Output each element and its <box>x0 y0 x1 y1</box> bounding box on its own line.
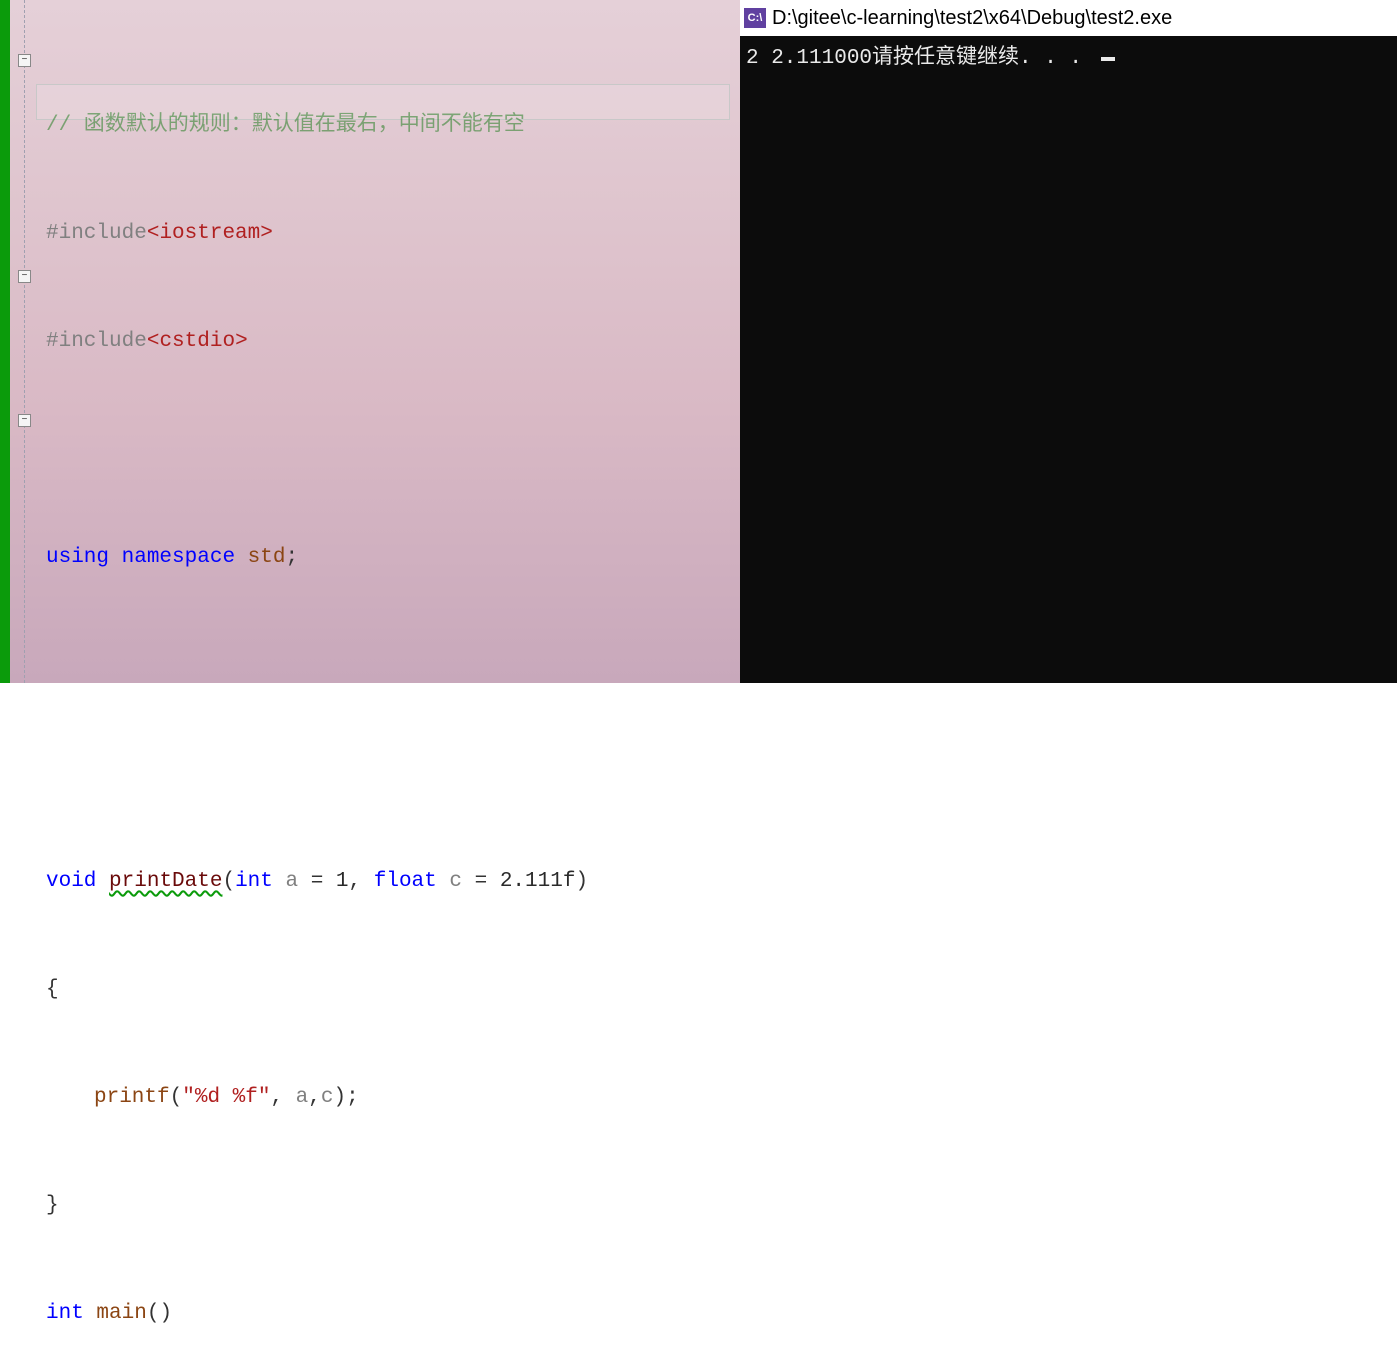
code-text-area[interactable]: // 函数默认的规则：默认值在最右，中间不能有空 #include<iostre… <box>38 0 740 683</box>
code-line-using: using namespace std; <box>46 540 740 576</box>
fold-toggle-main[interactable] <box>18 414 31 427</box>
cmd-icon: C:\ <box>744 8 766 28</box>
code-line-rbrace1: } <box>46 1188 740 1224</box>
code-line-include2: #include<cstdio> <box>46 324 740 360</box>
code-line-blank3 <box>46 756 740 792</box>
partial-comment-text: // 函数默认的规则：默认值在最右，中间不能有空 <box>46 114 525 137</box>
code-line-main-sig: int main() <box>46 1296 740 1332</box>
code-line-include1: #include<iostream> <box>46 216 740 252</box>
fold-gutter <box>10 0 38 683</box>
code-line-blank1 <box>46 432 740 468</box>
code-line-blank2 <box>46 648 740 684</box>
console-output-text: 2 2.111000请按任意键继续. . . <box>746 47 1095 70</box>
fold-toggle-printdate[interactable] <box>18 270 31 283</box>
console-pane: C:\ D:\gitee\c-learning\test2\x64\Debug\… <box>740 0 1397 683</box>
console-title-text: D:\gitee\c-learning\test2\x64\Debug\test… <box>772 7 1172 30</box>
console-cursor <box>1101 57 1115 61</box>
change-marker-bar <box>0 0 10 683</box>
fold-toggle-includes[interactable] <box>18 54 31 67</box>
console-title-bar[interactable]: C:\ D:\gitee\c-learning\test2\x64\Debug\… <box>740 0 1397 36</box>
console-output-area[interactable]: 2 2.111000请按任意键继续. . . <box>740 36 1397 683</box>
code-line-printf: printf("%d %f", a,c); <box>46 1080 740 1116</box>
code-line-fn-sig: void printDate(int a = 1, float c = 2.11… <box>46 864 740 900</box>
code-line-lbrace1: { <box>46 972 740 1008</box>
code-editor-pane: // 函数默认的规则：默认值在最右，中间不能有空 #include<iostre… <box>0 0 740 683</box>
